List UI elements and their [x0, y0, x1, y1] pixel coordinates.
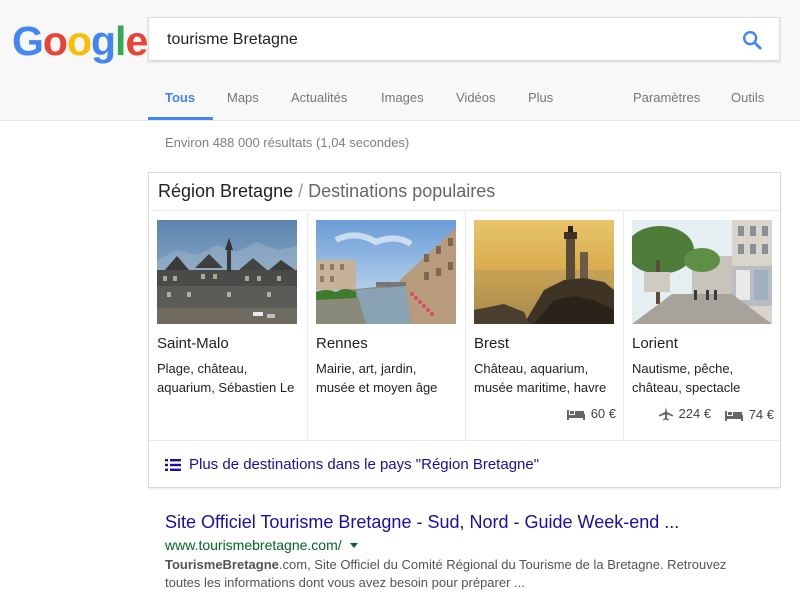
- destination-description: Château, aquarium, musée maritime, havre: [474, 361, 607, 395]
- result-snippet: TourismeBretagne.com, Site Officiel du C…: [165, 556, 765, 592]
- url-dropdown-caret-icon[interactable]: [349, 542, 358, 548]
- tab-videos[interactable]: Vidéos: [456, 90, 496, 105]
- more-destinations-link[interactable]: Plus de destinations dans le pays "Régio…: [165, 456, 539, 473]
- hotel-price-value: 60 €: [590, 406, 616, 421]
- google-logo[interactable]: Google: [12, 18, 148, 65]
- search-tabs: Tous Maps Actualités Images Vidéos Plus …: [0, 80, 800, 120]
- bed-icon: [566, 409, 585, 420]
- hotel-price-value: 74 €: [748, 407, 774, 422]
- result-stats: Environ 488 000 résultats (1,04 secondes…: [165, 135, 410, 150]
- result-url: www.tourismebretagne.com/: [165, 537, 765, 553]
- destination-card-brest[interactable]: Brest Château, aquarium, musée maritime,…: [465, 211, 623, 440]
- bed-icon: [724, 410, 743, 421]
- tab-images[interactable]: Images: [381, 90, 424, 105]
- panel-title-separator: /: [298, 181, 304, 201]
- panel-title: Région Bretagne / Destinations populaire…: [158, 181, 495, 202]
- panel-subtitle: Destinations populaires: [308, 181, 496, 201]
- search-icon[interactable]: [741, 29, 763, 51]
- destination-name: Rennes: [316, 335, 368, 352]
- tab-news[interactable]: Actualités: [291, 90, 347, 105]
- flight-price[interactable]: 224 €: [658, 406, 712, 421]
- logo-letter: G: [12, 18, 44, 64]
- destination-name: Brest: [474, 335, 510, 352]
- logo-letter: o: [42, 18, 68, 64]
- panel-title-region[interactable]: Région Bretagne: [158, 181, 293, 201]
- snippet-bold: TourismeBretagne: [165, 557, 279, 572]
- hotel-price[interactable]: 60 €: [566, 406, 616, 421]
- flight-price-value: 224 €: [678, 406, 712, 421]
- destination-card-saint-malo[interactable]: Saint-Malo Plage, château, aquarium, Séb…: [149, 211, 307, 440]
- result-url-text: www.tourismebretagne.com/: [165, 537, 342, 553]
- brest-photo: [474, 220, 614, 324]
- tab-tools[interactable]: Outils: [731, 90, 764, 105]
- airplane-icon: [658, 406, 673, 420]
- divider: [149, 440, 780, 441]
- lorient-photo: [632, 220, 772, 324]
- destination-card-rennes[interactable]: Rennes Mairie, art, jardin, musée et moy…: [307, 211, 465, 440]
- header: Google Tous Maps Actualités Images Vidéo…: [0, 0, 800, 121]
- logo-letter: e: [125, 18, 148, 64]
- destination-name: Saint-Malo: [157, 335, 229, 352]
- rennes-photo: [316, 220, 456, 324]
- tab-maps[interactable]: Maps: [227, 90, 259, 105]
- logo-letter: o: [66, 18, 92, 64]
- destination-description: Mairie, art, jardin, musée et moyen âge: [316, 361, 438, 395]
- search-box: [148, 17, 780, 62]
- destination-description: Plage, château, aquarium, Sébastien Le: [157, 361, 295, 395]
- destination-prices: 60 €: [474, 406, 616, 423]
- saint-malo-photo: [157, 220, 297, 324]
- active-tab-indicator: [148, 117, 213, 120]
- destination-name: Lorient: [632, 335, 678, 352]
- destination-card-lorient[interactable]: Lorient Nautisme, pêche, château, specta…: [623, 211, 781, 440]
- destinations-panel: Région Bretagne / Destinations populaire…: [148, 172, 781, 488]
- logo-letter: g: [91, 18, 116, 64]
- destination-prices: 224 € 74 €: [632, 406, 774, 424]
- tab-all[interactable]: Tous: [165, 90, 195, 105]
- search-input[interactable]: [165, 18, 729, 62]
- more-destinations-label: Plus de destinations dans le pays "Régio…: [189, 456, 540, 473]
- search-result: Site Officiel Tourisme Bretagne - Sud, N…: [165, 512, 765, 592]
- destination-description: Nautisme, pêche, château, spectacle: [632, 361, 741, 395]
- result-title-link[interactable]: Site Officiel Tourisme Bretagne - Sud, N…: [165, 512, 765, 533]
- tab-more[interactable]: Plus: [528, 90, 553, 105]
- list-icon: [165, 458, 181, 471]
- hotel-price[interactable]: 74 €: [724, 407, 774, 422]
- tab-settings[interactable]: Paramètres: [633, 90, 700, 105]
- logo-letter: l: [115, 18, 126, 64]
